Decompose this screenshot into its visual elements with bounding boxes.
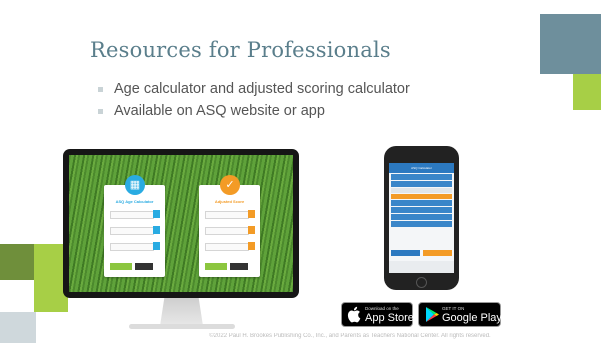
calculator-icon: ▦ [125,175,145,195]
bullet-text: Age calculator and adjusted scoring calc… [114,81,410,97]
app-store-badge[interactable]: Download on the App Store [341,302,414,327]
badge-small-text: Download on the [365,306,399,311]
phone-row [391,174,452,180]
home-button-icon [416,277,427,288]
dropdown-icon [248,210,255,218]
phone-app-header: ASQ Calculator [389,163,454,173]
badge-big-text: Google Play [442,312,502,324]
bullet-list: Age calculator and adjusted scoring calc… [96,80,426,124]
bullet-item: Age calculator and adjusted scoring calc… [96,80,426,99]
calculate-button [205,263,227,270]
teal-accent-block [540,14,601,74]
dropdown-icon [248,226,255,234]
badge-small-text: GET IT ON [442,306,465,311]
bullet-marker [98,109,103,114]
bullet-marker [98,87,103,92]
apple-icon [347,306,361,323]
phone-row [391,188,452,193]
calendar-icon [153,226,160,234]
clear-button [230,263,248,270]
input-field [205,211,249,219]
card-title: Adjusted Score [214,199,245,204]
slide-title: Resources for Professionals [90,38,391,62]
phone-row [391,214,452,220]
card-title: ASQ Age Calculator [115,199,154,204]
phone-image: ASQ Calculator [384,146,459,290]
google-play-icon [426,307,439,322]
monitor-stand [160,298,203,326]
phone-tab-bar [389,261,454,273]
monitor-base [129,324,235,329]
input-field [110,227,154,235]
input-field [205,243,249,251]
dropdown-icon [248,242,255,250]
bullet-text: Available on ASQ website or app [114,103,325,119]
phone-buttons [391,250,452,256]
google-play-badge[interactable]: GET IT ON Google Play [418,302,502,327]
phone-row [391,221,452,227]
input-field [205,227,249,235]
phone-row [391,194,452,199]
phone-row [391,200,452,206]
bullet-item: Available on ASQ website or app [96,102,426,121]
clear-button [135,263,153,270]
input-field [110,243,154,251]
gray-accent-block [0,312,36,343]
monitor-screen: ▦ ASQ Age Calculator ✓ Adjusted Score [69,155,293,292]
slide: Resources for Professionals Age calculat… [0,0,601,343]
badge-big-text: App Store [365,312,414,324]
green-accent-block [573,74,601,110]
copyright-footer: ©2022 Paul H. Brookes Publishing Co., In… [209,333,491,339]
dark-green-accent-block [0,244,34,280]
phone-screen: ASQ Calculator [389,163,454,273]
adjusted-score-card: ✓ Adjusted Score [199,175,260,277]
input-field [110,211,154,219]
check-icon: ✓ [220,175,240,195]
phone-row [391,207,452,213]
calculate-button [110,263,132,270]
desktop-monitor-image: ▦ ASQ Age Calculator ✓ Adjusted Score [63,149,299,298]
calendar-icon [153,210,160,218]
age-calculator-card: ▦ ASQ Age Calculator [104,175,165,277]
phone-row [391,181,452,187]
calendar-icon [153,242,160,250]
